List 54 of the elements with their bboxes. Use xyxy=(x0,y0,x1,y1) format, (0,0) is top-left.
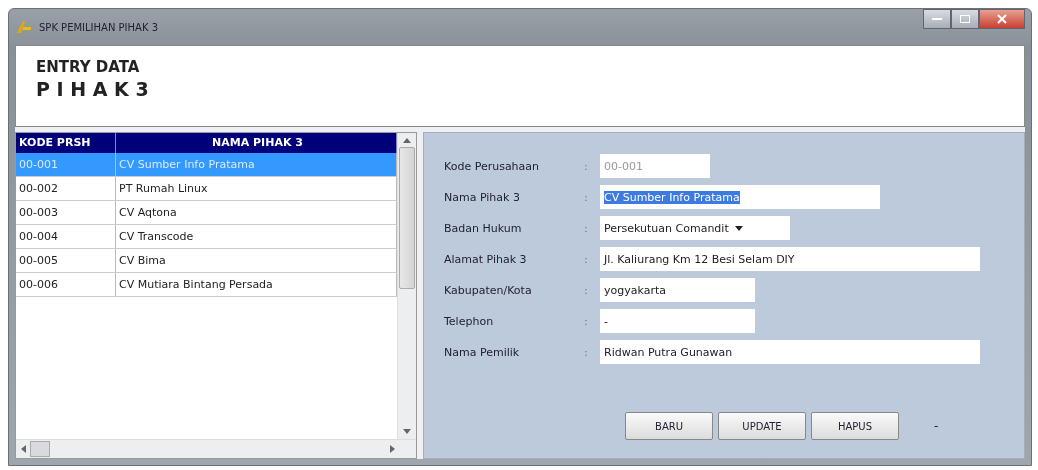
scroll-thumb[interactable] xyxy=(399,147,415,289)
field-label: Telephon xyxy=(444,314,495,328)
colon-separator: : xyxy=(584,283,589,297)
table-cell: 00-004 xyxy=(16,225,116,248)
dropdown-field[interactable]: Persekutuan Comandit xyxy=(600,216,790,240)
colon-separator: : xyxy=(584,314,589,328)
table-row[interactable]: 00-005 CV Bima xyxy=(16,249,397,273)
header-title: ENTRY DATA xyxy=(36,58,141,76)
table-cell: 00-005 xyxy=(16,249,116,272)
close-button[interactable] xyxy=(979,9,1025,29)
scroll-right-icon[interactable] xyxy=(390,445,396,453)
table-cell: 00-006 xyxy=(16,273,116,296)
action-button[interactable]: BARU xyxy=(625,412,713,440)
scroll-left-icon[interactable] xyxy=(20,445,26,453)
close-icon xyxy=(997,14,1007,24)
input-field[interactable]: Jl. Kaliurang Km 12 Besi Selam DIY xyxy=(600,247,980,271)
maximize-button[interactable] xyxy=(951,9,979,29)
scroll-thumb[interactable] xyxy=(30,441,50,457)
header-subtitle: P I H A K 3 xyxy=(36,78,150,100)
minimize-button[interactable] xyxy=(923,9,951,29)
scroll-up-icon[interactable] xyxy=(403,137,411,143)
app-logo-icon xyxy=(15,19,33,35)
field-label: Nama Pemilik xyxy=(444,345,521,359)
vertical-scrollbar[interactable] xyxy=(397,133,416,439)
maximize-icon xyxy=(960,15,970,23)
minimize-icon xyxy=(932,17,942,21)
table-row[interactable]: 00-002 PT Rumah Linux xyxy=(16,177,397,201)
dropdown-caret-icon xyxy=(734,225,743,231)
table-row[interactable]: 00-003 CV Aqtona xyxy=(16,201,397,225)
window-title: SPK PEMILIHAN PIHAK 3 xyxy=(39,21,159,33)
colon-separator: : xyxy=(584,345,589,359)
field-label: Kabupaten/Kota xyxy=(444,283,533,297)
table-cell: 00-002 xyxy=(16,177,116,200)
dash-mark: - xyxy=(934,419,939,433)
colon-separator: : xyxy=(584,221,589,235)
field-label: Badan Hukum xyxy=(444,221,523,235)
field-label: Kode Perusahaan xyxy=(444,159,541,173)
table-row[interactable]: 00-006 CV Mutiara Bintang Persada xyxy=(16,273,397,297)
colon-separator: : xyxy=(584,159,589,173)
table-cell: 00-001 xyxy=(16,153,116,176)
colon-separator: : xyxy=(584,252,589,266)
input-field[interactable]: Ridwan Putra Gunawan xyxy=(600,340,980,364)
input-field[interactable]: yogyakarta xyxy=(600,278,755,302)
colon-separator: : xyxy=(584,190,589,204)
field-label: Nama Pihak 3 xyxy=(444,190,521,204)
input-field[interactable]: - xyxy=(600,309,755,333)
table-cell: 00-003 xyxy=(16,201,116,224)
action-button[interactable]: HAPUS xyxy=(811,412,899,440)
input-field[interactable]: CV Sumber Info Pratama xyxy=(600,185,880,209)
action-button[interactable]: UPDATE xyxy=(718,412,806,440)
horizontal-scrollbar[interactable] xyxy=(16,439,416,458)
field-label: Alamat Pihak 3 xyxy=(444,252,528,266)
scroll-down-icon[interactable] xyxy=(403,429,411,435)
table-row[interactable]: 00-004 CV Transcode xyxy=(16,225,397,249)
